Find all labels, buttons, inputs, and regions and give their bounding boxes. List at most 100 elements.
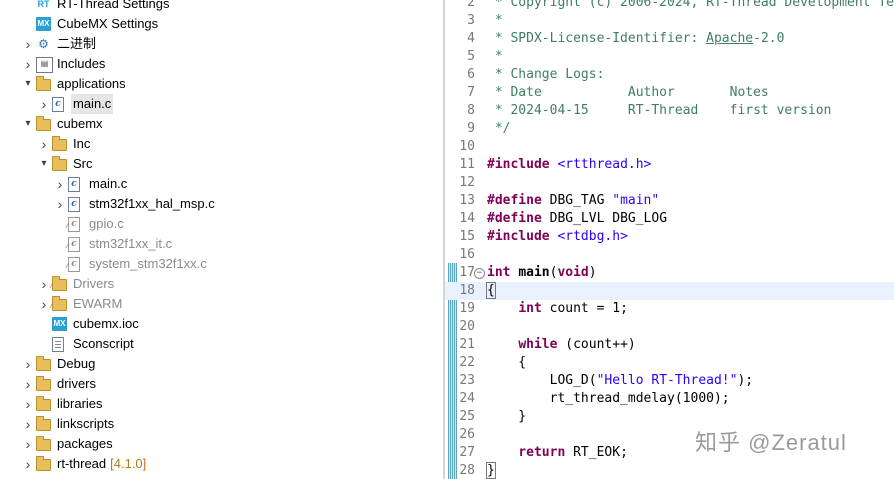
expand-arrow-icon[interactable]: ›: [22, 454, 34, 474]
line-number: 11: [459, 157, 475, 172]
tree-item[interactable]: › ▤ Includes: [0, 54, 443, 74]
code-line[interactable]: 23 LOG_D("Hello RT-Thread!");: [445, 372, 894, 390]
tree-item[interactable]: c ⁄ gpio.c: [0, 214, 443, 234]
code-line[interactable]: 12: [445, 174, 894, 192]
expand-arrow-icon[interactable]: ›: [22, 434, 34, 454]
tree-item[interactable]: › packages: [0, 434, 443, 454]
code-text: #include <rtthread.h>: [487, 157, 652, 172]
code-line[interactable]: 21 while (count++): [445, 336, 894, 354]
code-line[interactable]: 9 */: [445, 120, 894, 138]
tree-item-label: RT-Thread Settings: [57, 0, 170, 11]
code-line[interactable]: 13 #define DBG_TAG "main": [445, 192, 894, 210]
tree-item[interactable]: › ⁄ Drivers: [0, 274, 443, 294]
tree-item[interactable]: RT RT-Thread Settings: [0, 0, 443, 14]
tree-item-label: Src: [73, 156, 93, 171]
tree-item-label: main.c: [89, 176, 128, 191]
c-file-icon: c: [52, 97, 64, 112]
tree-item[interactable]: › c main.c: [0, 174, 443, 194]
tree-item-label: cubemx: [57, 116, 103, 131]
project-explorer: RT RT-Thread Settings MX CubeMX Settings › ⚙ 二…: [0, 0, 443, 479]
line-number: 16: [459, 247, 475, 262]
fold-toggle-icon[interactable]: −: [474, 268, 485, 279]
c-file-icon: c: [68, 197, 80, 212]
tree-item[interactable]: c ⁄ stm32f1xx_it.c: [0, 234, 443, 254]
code-text: return RT_EOK;: [518, 445, 628, 460]
code-line[interactable]: 17− int main(void): [445, 264, 894, 282]
tree-item[interactable]: › ⁄ EWARM: [0, 294, 443, 314]
line-number: 19: [459, 301, 475, 316]
code-line[interactable]: 19 int count = 1;: [445, 300, 894, 318]
tree-item[interactable]: ▾ applications: [0, 74, 443, 94]
collapse-arrow-icon[interactable]: ▾: [22, 74, 34, 94]
code-line[interactable]: 28}: [445, 462, 894, 479]
expand-arrow-icon[interactable]: ›: [22, 374, 34, 394]
tree-item[interactable]: › rt-thread [4.1.0]: [0, 454, 443, 474]
code-line[interactable]: 4 * SPDX-License-Identifier: Apache-2.0: [445, 30, 894, 48]
code-text: * 2024-04-15 RT-Thread first version: [487, 103, 832, 118]
folder-icon: [36, 376, 51, 391]
tree-item[interactable]: MX CubeMX Settings: [0, 14, 443, 34]
code-line[interactable]: 8 * 2024-04-15 RT-Thread first version: [445, 102, 894, 120]
code-line[interactable]: 16: [445, 246, 894, 264]
code-line[interactable]: 7 * Date Author Notes: [445, 84, 894, 102]
code-line[interactable]: 3 *: [445, 12, 894, 30]
code-line[interactable]: 5 *: [445, 48, 894, 66]
expand-arrow-icon[interactable]: ›: [22, 54, 34, 74]
expand-arrow-icon[interactable]: ›: [22, 354, 34, 374]
code-line[interactable]: 2 * Copyright (c) 2006-2024, RT-Thread D…: [445, 0, 894, 12]
expand-arrow-icon[interactable]: ›: [38, 134, 50, 154]
tree-item-label: libraries: [57, 396, 103, 411]
code-text: */: [487, 121, 511, 136]
cubemx-icon: MX: [36, 17, 51, 31]
line-number: 2: [467, 0, 475, 10]
tree-item[interactable]: › c stm32f1xx_hal_msp.c: [0, 194, 443, 214]
code-text: }: [487, 409, 527, 424]
tree-item[interactable]: › drivers: [0, 374, 443, 394]
code-line[interactable]: 11 #include <rtthread.h>: [445, 156, 894, 174]
line-number: 22: [459, 355, 475, 370]
tree-item[interactable]: › libraries: [0, 394, 443, 414]
line-number: 9: [467, 121, 475, 136]
tree-item[interactable]: ▾ Src: [0, 154, 443, 174]
expand-arrow-icon[interactable]: ›: [54, 194, 66, 214]
tree-item-label: Drivers: [73, 276, 115, 291]
tree-item[interactable]: ▾ cubemx: [0, 114, 443, 134]
tree-item-label: gpio.c: [89, 216, 124, 231]
tree-item[interactable]: › linkscripts: [0, 414, 443, 434]
code-line[interactable]: 24 rt_thread_mdelay(1000);: [445, 390, 894, 408]
code-line[interactable]: 14 #define DBG_LVL DBG_LOG: [445, 210, 894, 228]
code-line[interactable]: 20: [445, 318, 894, 336]
code-line[interactable]: 18 {: [445, 282, 894, 300]
tree-item[interactable]: › c main.c: [0, 94, 443, 114]
includes-icon: ▤: [36, 57, 53, 73]
expand-arrow-icon[interactable]: ›: [38, 274, 50, 294]
expand-arrow-icon[interactable]: ›: [22, 394, 34, 414]
expand-arrow-icon[interactable]: ›: [38, 94, 50, 114]
collapse-arrow-icon[interactable]: ▾: [22, 114, 34, 134]
tree-item[interactable]: c ⁄ system_stm32f1xx.c: [0, 254, 443, 274]
expand-arrow-icon[interactable]: ›: [22, 34, 34, 54]
code-line[interactable]: 15 #include <rtdbg.h>: [445, 228, 894, 246]
code-text: #define DBG_TAG "main": [487, 193, 660, 208]
expand-arrow-icon[interactable]: ›: [22, 414, 34, 434]
tree-item[interactable]: Sconscript: [0, 334, 443, 354]
line-number: 13: [459, 193, 475, 208]
code-text: LOG_D("Hello RT-Thread!");: [487, 373, 754, 388]
collapse-arrow-icon[interactable]: ▾: [38, 154, 50, 174]
expand-arrow-icon[interactable]: ›: [54, 174, 66, 194]
code-line[interactable]: 10: [445, 138, 894, 156]
code-line[interactable]: 25 }: [445, 408, 894, 426]
tree-item-label: packages: [57, 436, 113, 451]
tree-item[interactable]: MX cubemx.ioc: [0, 314, 443, 334]
code-line[interactable]: 6 * Change Logs:: [445, 66, 894, 84]
tree-item[interactable]: › Inc: [0, 134, 443, 154]
code-line[interactable]: 22 {: [445, 354, 894, 372]
line-number: 18: [459, 283, 475, 298]
code-editor[interactable]: 2 * Copyright (c) 2006-2024, RT-Thread D…: [445, 0, 894, 479]
code-text: int count = 1;: [518, 301, 628, 316]
tree-item[interactable]: › ⚙ 二进制: [0, 34, 443, 54]
expand-arrow-icon[interactable]: ›: [38, 294, 50, 314]
line-number: 10: [459, 139, 475, 154]
code-text: * Copyright (c) 2006-2024, RT-Thread Dev…: [487, 0, 894, 10]
tree-item[interactable]: › Debug: [0, 354, 443, 374]
